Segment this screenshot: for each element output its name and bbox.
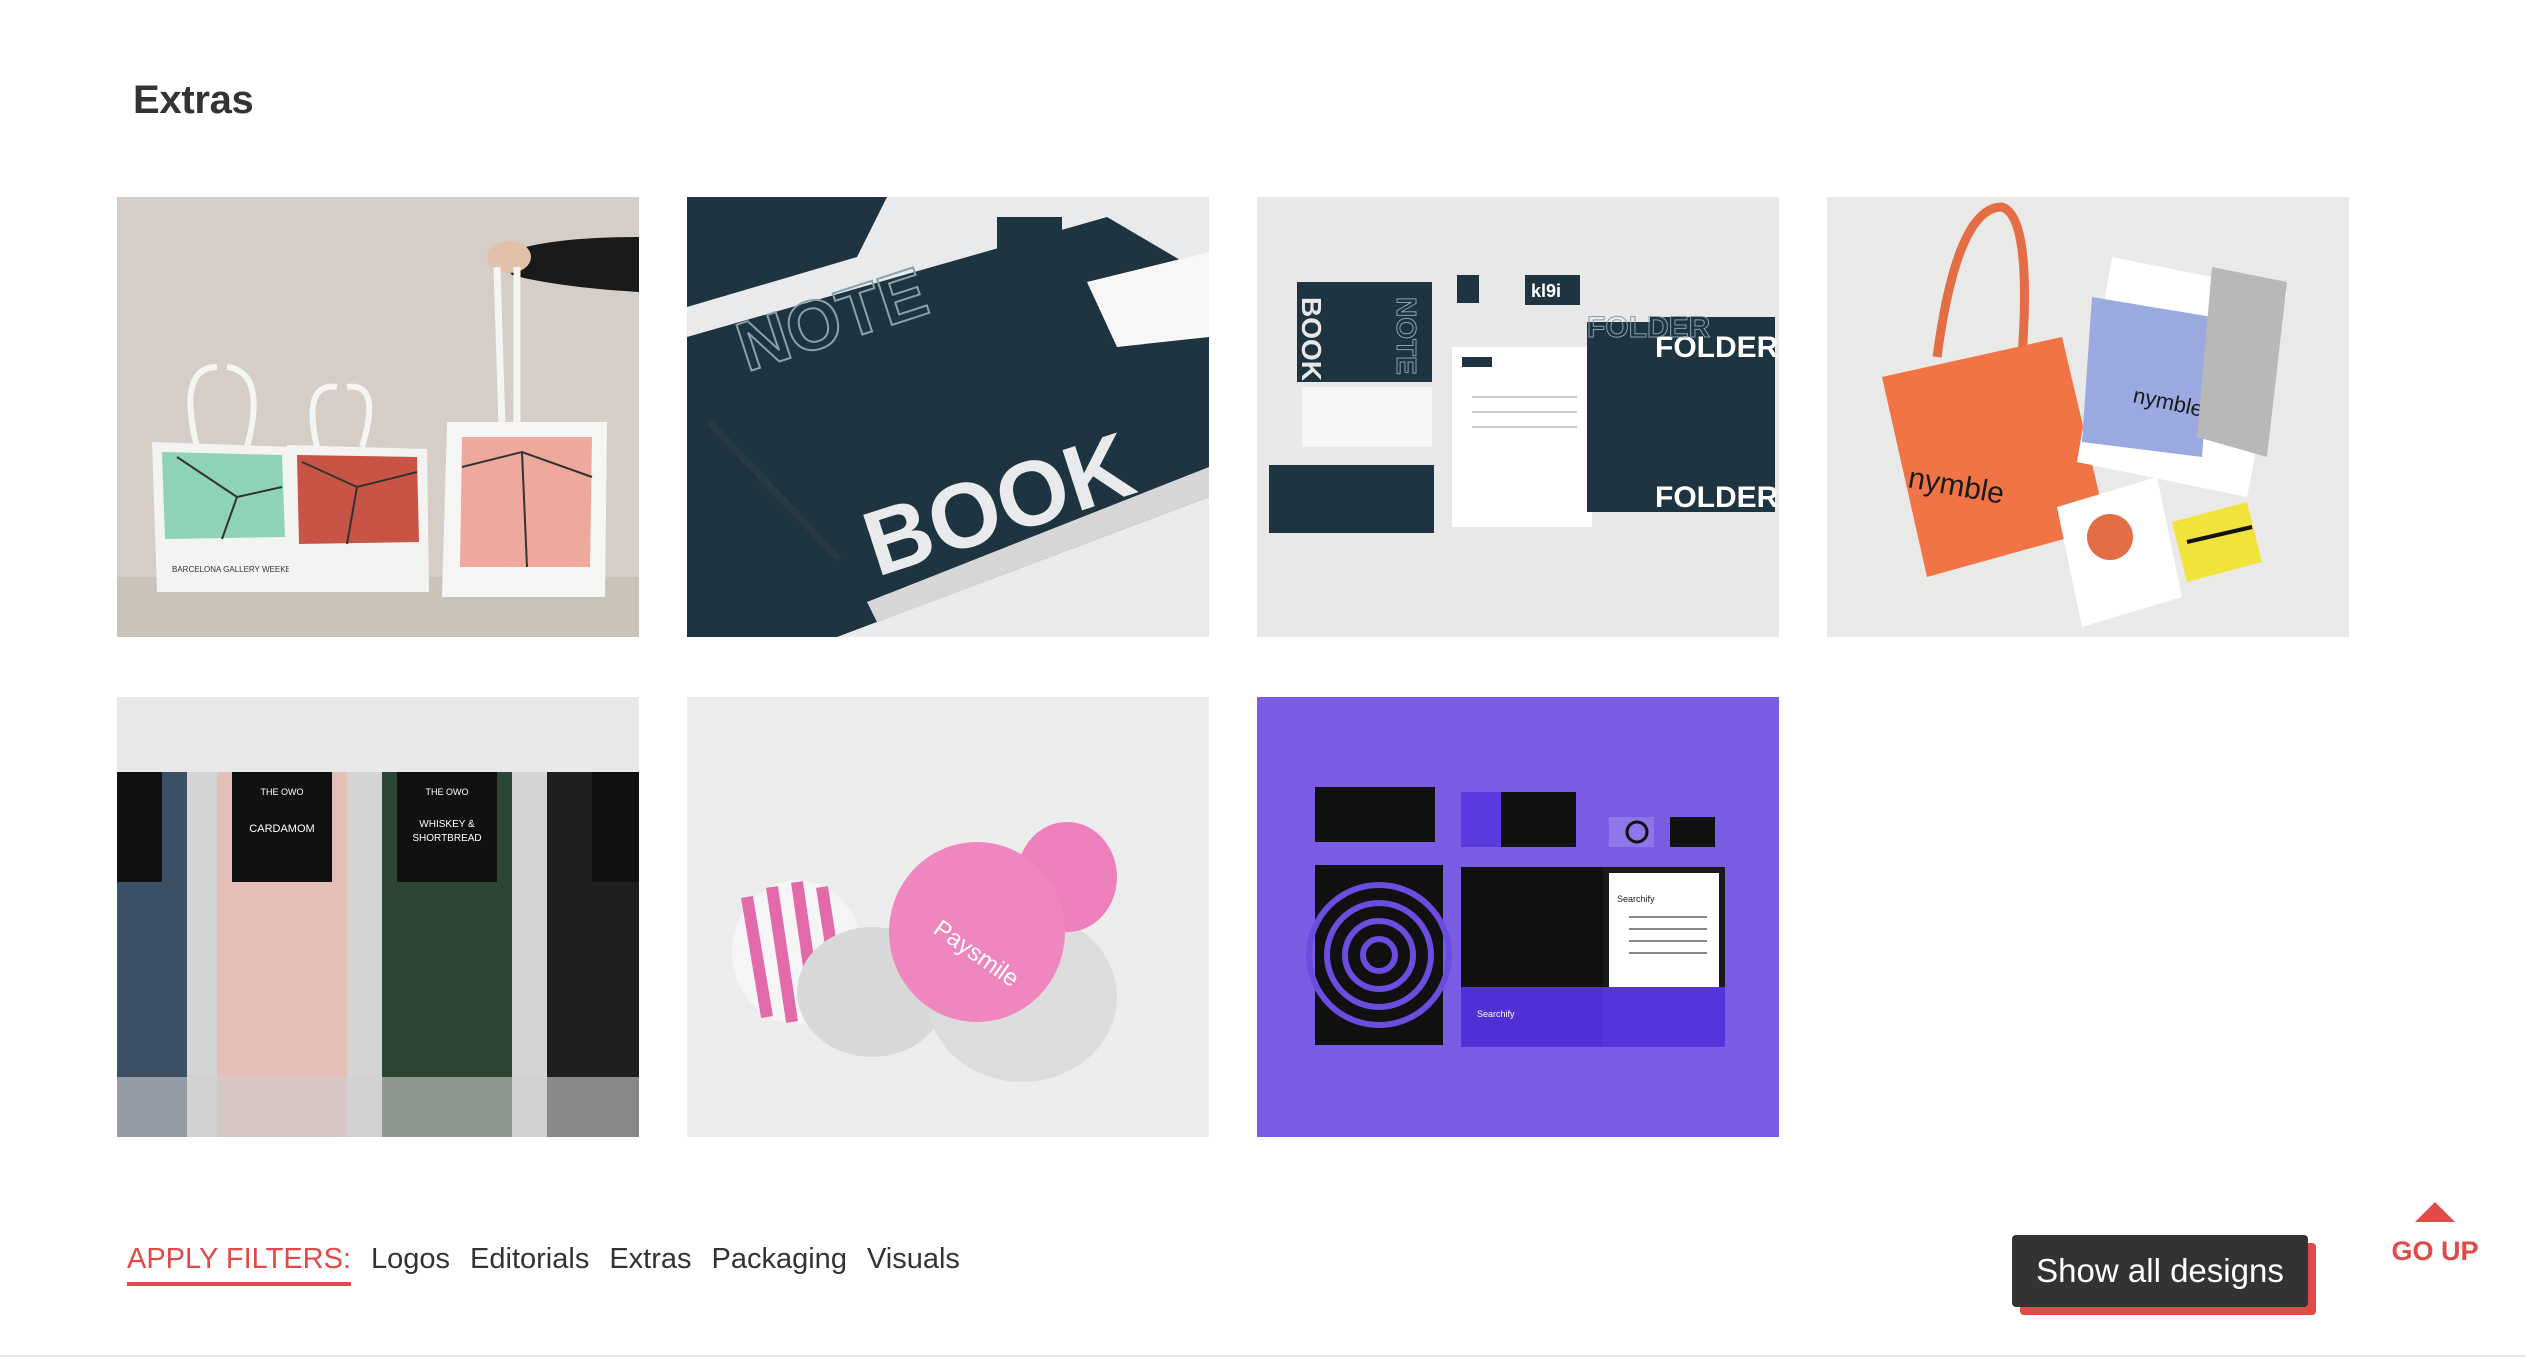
arrow-up-icon (2415, 1202, 2455, 1222)
section-title: Extras (133, 78, 254, 122)
show-all-designs-wrapper: Show all designs (2012, 1235, 2316, 1315)
gallery-item-stationery[interactable]: BOOK NOTE kl9i FOLDER FOLDER FOLDER (1257, 197, 1779, 637)
svg-text:kl9i: kl9i (1531, 281, 1561, 301)
filter-logos[interactable]: Logos (371, 1243, 450, 1276)
filter-packaging[interactable]: Packaging (712, 1243, 847, 1276)
svg-text:BARCELONA GALLERY WEEKEND: BARCELONA GALLERY WEEKEND (172, 565, 303, 574)
stationery-image: BOOK NOTE kl9i FOLDER FOLDER FOLDER (1257, 197, 1779, 637)
gallery-item-paysmile-badges[interactable]: Paysmile (687, 697, 1209, 1137)
bottom-divider (0, 1355, 2526, 1357)
svg-text:BOOK: BOOK (1296, 297, 1327, 381)
svg-text:FOLDER: FOLDER (1587, 311, 1711, 344)
svg-text:CARDAMOM: CARDAMOM (249, 823, 314, 835)
nymble-image: nymble nymble (1827, 197, 2349, 637)
svg-text:NOTE: NOTE (1391, 297, 1422, 375)
notebook-image: NOTE BOOK (687, 197, 1209, 637)
filter-visuals[interactable]: Visuals (867, 1243, 960, 1276)
apply-filters-label[interactable]: APPLY FILTERS: (127, 1243, 352, 1286)
searchify-image: Searchify Searchify (1257, 697, 1779, 1137)
gallery-item-tote-bags[interactable]: BARCELONA GALLERY WEEKEND (117, 197, 639, 637)
svg-text:Searchify: Searchify (1617, 894, 1655, 904)
gallery-item-owo-packaging[interactable]: THE OWO CARDAMOM THE OWO WHISKEY & SHORT… (117, 697, 639, 1137)
svg-text:SHORTBREAD: SHORTBREAD (412, 833, 481, 844)
tote-bags-image: BARCELONA GALLERY WEEKEND (117, 197, 639, 637)
gallery-item-searchify[interactable]: Searchify Searchify (1257, 697, 1779, 1137)
svg-text:THE OWO: THE OWO (426, 787, 469, 797)
svg-text:FOLDER: FOLDER (1655, 481, 1779, 514)
svg-text:Searchify: Searchify (1477, 1009, 1515, 1019)
go-up-button[interactable]: GO UP (2390, 1202, 2480, 1267)
filter-editorials[interactable]: Editorials (470, 1243, 589, 1276)
filter-bar: APPLY FILTERS: Logos Editorials Extras P… (127, 1243, 980, 1286)
svg-text:WHISKEY &: WHISKEY & (419, 819, 475, 830)
svg-text:THE OWO: THE OWO (261, 787, 304, 797)
show-all-designs-button[interactable]: Show all designs (2012, 1235, 2308, 1307)
paysmile-badges-image: Paysmile (687, 697, 1209, 1137)
filter-extras[interactable]: Extras (609, 1243, 691, 1276)
gallery-item-nymble[interactable]: nymble nymble (1827, 197, 2349, 637)
go-up-label: GO UP (2391, 1236, 2479, 1266)
gallery-item-notebook[interactable]: NOTE BOOK (687, 197, 1209, 637)
owo-packaging-image: THE OWO CARDAMOM THE OWO WHISKEY & SHORT… (117, 697, 639, 1137)
